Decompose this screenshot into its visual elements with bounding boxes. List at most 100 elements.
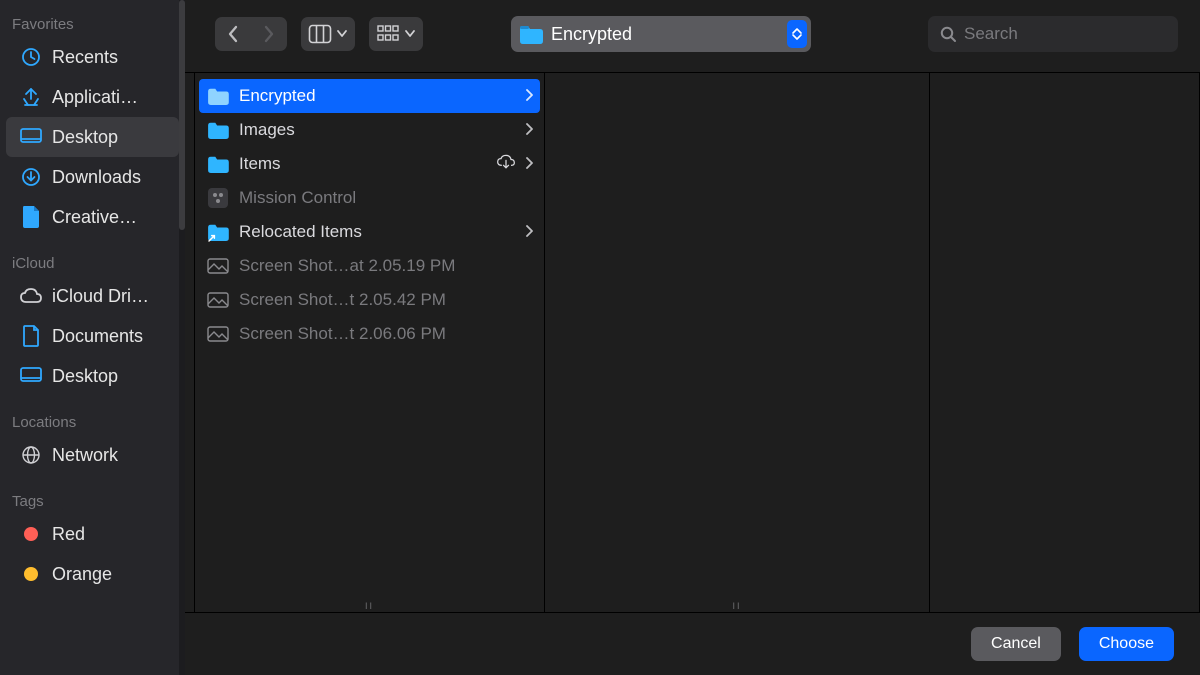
image-icon	[207, 326, 229, 342]
item-screenshot-2[interactable]: Screen Shot…t 2.05.42 PM	[195, 283, 544, 317]
sidebar-scroll-thumb[interactable]	[179, 0, 185, 230]
main-panel: Encrypted Encrypted Images Items Mission Co…	[185, 0, 1200, 675]
sidebar-item-label: Recents	[52, 47, 118, 68]
chevron-left-icon	[228, 26, 238, 42]
image-icon	[207, 292, 229, 308]
column-resize-handle[interactable]: II	[545, 600, 929, 612]
grid-group-icon	[377, 25, 399, 43]
list-item-label: Mission Control	[239, 188, 534, 208]
item-images[interactable]: Images	[195, 113, 544, 147]
apps-icon	[20, 86, 42, 108]
column-gutter	[185, 73, 195, 612]
search-input[interactable]	[964, 24, 1185, 44]
columns-icon	[309, 25, 331, 43]
sidebar-section-label: iCloud	[0, 249, 185, 276]
folder-icon	[207, 121, 229, 139]
dialog-footer: Cancel Choose	[185, 613, 1200, 675]
view-mode-columns-button[interactable]	[301, 17, 355, 51]
sidebar: Favorites Recents Applicati… Desktop Downloa…	[0, 0, 185, 675]
desktop2-icon	[20, 365, 42, 387]
folder-icon	[207, 87, 229, 105]
path-title: Encrypted	[551, 24, 779, 45]
path-popup[interactable]: Encrypted	[511, 16, 811, 52]
forward-button[interactable]	[251, 17, 287, 51]
list-item-label: Images	[239, 120, 516, 140]
cloud-download-icon	[496, 154, 516, 175]
sidebar-item-icloud-drive[interactable]: iCloud Dri…	[6, 276, 179, 316]
sidebar-item-label: Creative…	[52, 207, 137, 228]
item-mission-control[interactable]: Mission Control	[195, 181, 544, 215]
chevron-right-icon	[264, 26, 274, 42]
list-item-label: Screen Shot…at 2.05.19 PM	[239, 256, 534, 276]
folder-icon	[519, 24, 543, 44]
image-icon	[207, 258, 229, 274]
clock-icon	[20, 46, 42, 68]
column-1[interactable]: Encrypted Images Items Mission Control Reloc…	[195, 73, 545, 612]
list-item-label: Screen Shot…t 2.05.42 PM	[239, 290, 534, 310]
chevron-right-icon	[526, 157, 534, 172]
sidebar-item-label: Desktop	[52, 127, 118, 148]
choose-button[interactable]: Choose	[1079, 627, 1174, 661]
dot-icon	[20, 523, 42, 545]
sidebar-item-creative[interactable]: Creative…	[6, 197, 179, 237]
doc-icon	[20, 325, 42, 347]
toolbar: Encrypted	[185, 0, 1200, 72]
file-icon	[20, 206, 42, 228]
sidebar-item-label: Applicati…	[52, 87, 138, 108]
item-relocated-items[interactable]: Relocated Items	[195, 215, 544, 249]
sidebar-section-label: Favorites	[0, 10, 185, 37]
sidebar-item-label: Downloads	[52, 167, 141, 188]
sidebar-section-label: Locations	[0, 408, 185, 435]
sidebar-tag-red[interactable]: Red	[6, 514, 179, 554]
back-button[interactable]	[215, 17, 251, 51]
globe-icon	[20, 444, 42, 466]
search-field[interactable]	[928, 16, 1178, 52]
chevron-right-icon	[526, 225, 534, 240]
sidebar-item-label: Red	[52, 524, 85, 545]
item-screenshot-3[interactable]: Screen Shot…t 2.06.06 PM	[195, 317, 544, 351]
column-resize-handle[interactable]: II	[195, 600, 544, 612]
alias-icon	[207, 223, 229, 241]
chevron-right-icon	[526, 123, 534, 138]
list-item-label: Screen Shot…t 2.06.06 PM	[239, 324, 534, 344]
sidebar-item-label: iCloud Dri…	[52, 286, 149, 307]
column-browser: Encrypted Images Items Mission Control Reloc…	[185, 72, 1200, 613]
sidebar-item-icloud-desktop[interactable]: Desktop	[6, 356, 179, 396]
sidebar-item-label: Orange	[52, 564, 112, 585]
sidebar-item-label: Documents	[52, 326, 143, 347]
list-item-label: Encrypted	[239, 86, 516, 106]
sidebar-tag-orange[interactable]: Orange	[6, 554, 179, 594]
cancel-button[interactable]: Cancel	[971, 627, 1061, 661]
folder-icon	[207, 155, 229, 173]
column-2[interactable]: II	[545, 73, 930, 612]
search-icon	[940, 26, 956, 42]
sidebar-item-label: Desktop	[52, 366, 118, 387]
item-items[interactable]: Items	[195, 147, 544, 181]
dot-icon	[20, 563, 42, 585]
column-3[interactable]	[930, 73, 1200, 612]
list-item-label: Items	[239, 154, 486, 174]
sidebar-scrollbar[interactable]	[179, 0, 185, 675]
nav-back-forward	[215, 17, 287, 51]
cloud-icon	[20, 285, 42, 307]
sidebar-item-downloads[interactable]: Downloads	[6, 157, 179, 197]
chevron-down-icon	[337, 30, 347, 38]
sidebar-item-recents[interactable]: Recents	[6, 37, 179, 77]
popup-stepper-icon	[787, 20, 807, 48]
sidebar-item-documents[interactable]: Documents	[6, 316, 179, 356]
item-encrypted[interactable]: Encrypted	[199, 79, 540, 113]
chevron-down-icon	[405, 30, 415, 38]
item-screenshot-1[interactable]: Screen Shot…at 2.05.19 PM	[195, 249, 544, 283]
sidebar-item-desktop[interactable]: Desktop	[6, 117, 179, 157]
group-by-button[interactable]	[369, 17, 423, 51]
app-icon	[207, 188, 229, 208]
sidebar-item-network[interactable]: Network	[6, 435, 179, 475]
file-chooser-window: Favorites Recents Applicati… Desktop Downloa…	[0, 0, 1200, 675]
chevron-right-icon	[526, 89, 534, 104]
list-item-label: Relocated Items	[239, 222, 516, 242]
sidebar-item-applications[interactable]: Applicati…	[6, 77, 179, 117]
desktop-icon	[20, 126, 42, 148]
download-icon	[20, 166, 42, 188]
sidebar-section-label: Tags	[0, 487, 185, 514]
sidebar-item-label: Network	[52, 445, 118, 466]
